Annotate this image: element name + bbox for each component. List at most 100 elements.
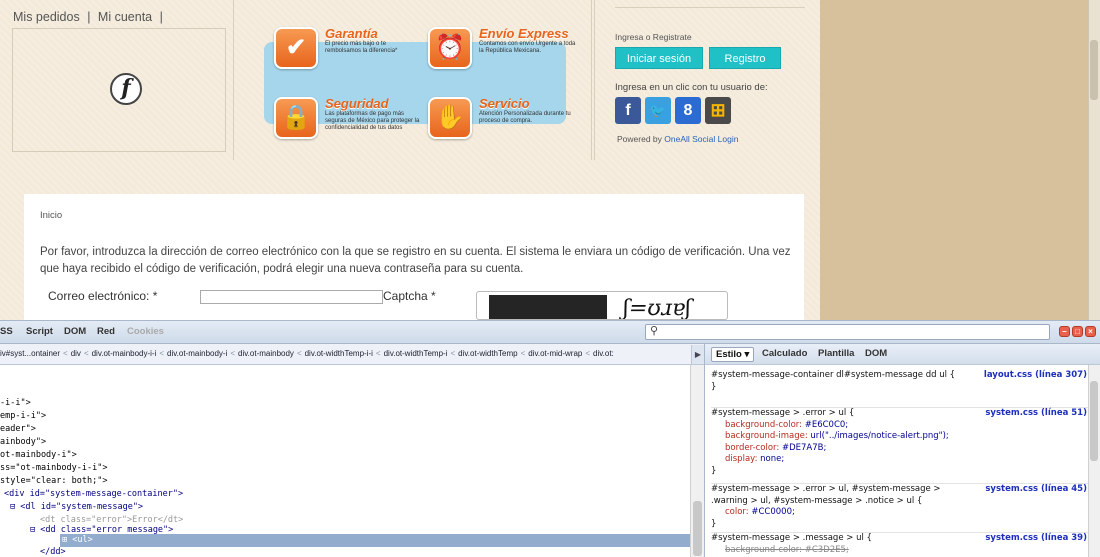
path-item[interactable]: div.ot-mid-wrap bbox=[528, 349, 582, 358]
breadcrumb[interactable]: Inicio bbox=[40, 210, 62, 221]
divider bbox=[615, 7, 805, 8]
close-icon[interactable]: × bbox=[1085, 326, 1096, 337]
css-source-link[interactable]: system.css (línea 51) bbox=[985, 408, 1087, 420]
css-property[interactable]: border-color: #DE7A7B; bbox=[711, 443, 1091, 455]
tab-estilo[interactable]: Estilo ▾ bbox=[711, 347, 755, 362]
tab-dom-style[interactable]: DOM bbox=[865, 348, 887, 359]
path-item[interactable]: iv#syst...ontainer bbox=[0, 349, 60, 358]
css-property[interactable]: background-color: #E6C0C0; bbox=[711, 420, 1091, 432]
path-item[interactable]: div.ot-widthTemp bbox=[458, 349, 517, 358]
html-line[interactable]: style="clear: both;"> bbox=[0, 475, 107, 488]
social-login-text: Ingresa en un clic con tu usuario de: bbox=[615, 82, 768, 93]
css-prop-value: url("../images/notice-alert.png"); bbox=[810, 431, 949, 441]
css-close: } bbox=[711, 381, 717, 392]
html-tree: -i-i"> emp-i-i"> eader"> ainbody"> ot-ma… bbox=[0, 365, 690, 557]
checkmark-icon: ✔ bbox=[274, 27, 318, 69]
feature-servicio: ✋ Servicio Atención Personalizada durant… bbox=[428, 96, 578, 151]
css-rule: #system-message-container dl#system-mess… bbox=[711, 370, 1091, 393]
nav-link-pedidos[interactable]: Mis pedidos bbox=[13, 10, 80, 24]
nav-link-cuenta[interactable]: Mi cuenta bbox=[98, 10, 152, 24]
flash-plugin-placeholder[interactable]: f bbox=[12, 28, 226, 152]
html-line-selected[interactable]: ⊞ <ul> bbox=[62, 534, 93, 547]
feature-desc: Atención Personalizada durante tu proces… bbox=[479, 111, 571, 124]
html-line[interactable]: <div id="system-message-container"> bbox=[4, 488, 183, 501]
devtools-toolbar: SS Script DOM Red Cookies ⚲ – □ × bbox=[0, 321, 1100, 344]
path-scroll-right-icon[interactable]: ▶ bbox=[691, 345, 704, 364]
alarm-clock-icon: ⏰ bbox=[428, 27, 472, 69]
minimize-icon[interactable]: – bbox=[1059, 326, 1070, 337]
html-scrollbar-thumb[interactable] bbox=[693, 501, 702, 556]
tab-script[interactable]: Script bbox=[26, 326, 53, 337]
css-property[interactable]: color: #CC0000; bbox=[711, 507, 1091, 519]
page-scrollbar-thumb[interactable] bbox=[1090, 40, 1098, 100]
css-prop-value: #CC0000; bbox=[751, 507, 795, 517]
css-source-link[interactable]: layout.css (línea 307) bbox=[984, 370, 1087, 382]
css-property[interactable]: display: none; bbox=[711, 454, 1091, 466]
tab-red[interactable]: Red bbox=[97, 326, 115, 337]
style-scrollbar-thumb[interactable] bbox=[1090, 381, 1098, 461]
tab-dom[interactable]: DOM bbox=[64, 326, 86, 337]
tab-css[interactable]: SS bbox=[0, 326, 13, 337]
email-label: Correo electrónico: * bbox=[48, 289, 158, 303]
tab-calculado[interactable]: Calculado bbox=[762, 348, 807, 359]
html-line[interactable]: ⊟ <dd class="error message"> bbox=[30, 524, 173, 537]
html-line[interactable]: ss="ot-mainbody-i-i"> bbox=[0, 462, 107, 475]
tab-plantilla[interactable]: Plantilla bbox=[818, 348, 854, 359]
css-source-link[interactable]: system.css (línea 45) bbox=[985, 484, 1087, 496]
css-prop-name: display bbox=[725, 454, 755, 464]
css-property-overridden[interactable]: background-color: #C3D2E5; bbox=[711, 545, 1091, 557]
padlock-icon: 🔒 bbox=[274, 97, 318, 139]
path-item[interactable]: div bbox=[71, 349, 81, 358]
html-line[interactable]: emp-i-i"> bbox=[0, 410, 46, 423]
oneall-link[interactable]: OneAll Social Login bbox=[664, 134, 738, 144]
feature-desc: El precio más bajo o te rembolsamos la d… bbox=[325, 41, 398, 54]
html-line[interactable]: ⊟ <dl id="system-message"> bbox=[10, 501, 143, 514]
path-item[interactable]: div.ot-mainbody-i bbox=[167, 349, 227, 358]
html-line[interactable]: -i-i"> bbox=[0, 397, 31, 410]
feature-title: Garantía bbox=[325, 26, 378, 41]
css-prop-value: #C3D2E5; bbox=[804, 544, 849, 555]
detach-icon[interactable]: □ bbox=[1072, 326, 1083, 337]
feature-title: Seguridad bbox=[325, 96, 389, 111]
html-line[interactable]: eader"> bbox=[0, 423, 36, 436]
path-item[interactable]: div.ot-mainbody bbox=[238, 349, 294, 358]
css-property[interactable]: background-image: url("../images/notice-… bbox=[711, 431, 1091, 443]
login-title: Ingresa o Registrate bbox=[615, 32, 692, 42]
login-button[interactable]: Iniciar sesión bbox=[615, 47, 703, 69]
powered-prefix: Powered by bbox=[617, 134, 665, 144]
windows-icon[interactable]: ⊞ bbox=[705, 97, 731, 124]
tab-cookies[interactable]: Cookies bbox=[127, 326, 164, 337]
css-source-link[interactable]: system.css (línea 39) bbox=[985, 533, 1087, 545]
email-field[interactable] bbox=[200, 290, 383, 304]
feature-envio-express: ⏰ Envío Express Contamos con envío Urgen… bbox=[428, 26, 578, 81]
path-item[interactable]: div.ot: bbox=[593, 349, 614, 358]
feature-desc: Contamos con envío Urgente a toda la Rep… bbox=[479, 41, 576, 54]
devtools-search-input[interactable]: ⚲ bbox=[645, 324, 1050, 340]
facebook-icon[interactable]: f bbox=[615, 97, 641, 124]
search-icon: ⚲ bbox=[650, 325, 659, 337]
web-page: Mis pedidos | Mi cuenta | f ✔ Garantía E… bbox=[0, 0, 1100, 320]
register-button[interactable]: Registro bbox=[709, 47, 781, 69]
google-icon[interactable]: 8 bbox=[675, 97, 701, 124]
path-item[interactable]: div.ot-widthTemp-i-i bbox=[305, 349, 373, 358]
element-breadcrumb: iv#syst...ontainer < div < div.ot-mainbody-i… bbox=[0, 344, 704, 365]
devtools-panel: SS Script DOM Red Cookies ⚲ – □ × iv#sys… bbox=[0, 320, 1100, 557]
css-rule: #system-message > .error > ul { system.c… bbox=[711, 407, 1091, 477]
css-rule: #system-message > .error > ul, #system-m… bbox=[711, 483, 1091, 530]
css-selector[interactable]: #system-message-container dl#system-mess… bbox=[711, 370, 961, 382]
css-prop-name: border-color bbox=[725, 442, 777, 453]
css-prop-value: none; bbox=[760, 454, 785, 464]
path-item[interactable]: div.ot-widthTemp-i bbox=[384, 349, 448, 358]
path-item[interactable]: div.ot-mainbody-i-i bbox=[92, 349, 157, 358]
html-line[interactable]: ot-mainbody-i"> bbox=[0, 449, 77, 462]
css-prop-name: color bbox=[725, 507, 746, 517]
html-line[interactable]: ainbody"> bbox=[0, 436, 46, 449]
account-nav: Mis pedidos | Mi cuenta | bbox=[13, 10, 167, 24]
feature-title: Servicio bbox=[479, 96, 530, 111]
css-selector[interactable]: #system-message > .error > ul, #system-m… bbox=[711, 484, 973, 507]
captcha-text: ʃ=ʊɹɐʃ bbox=[620, 296, 694, 320]
twitter-icon[interactable]: 🐦 bbox=[645, 97, 671, 124]
page-background-right bbox=[820, 0, 1100, 320]
css-close: } bbox=[711, 465, 717, 476]
html-line[interactable]: </dd> bbox=[40, 546, 66, 557]
